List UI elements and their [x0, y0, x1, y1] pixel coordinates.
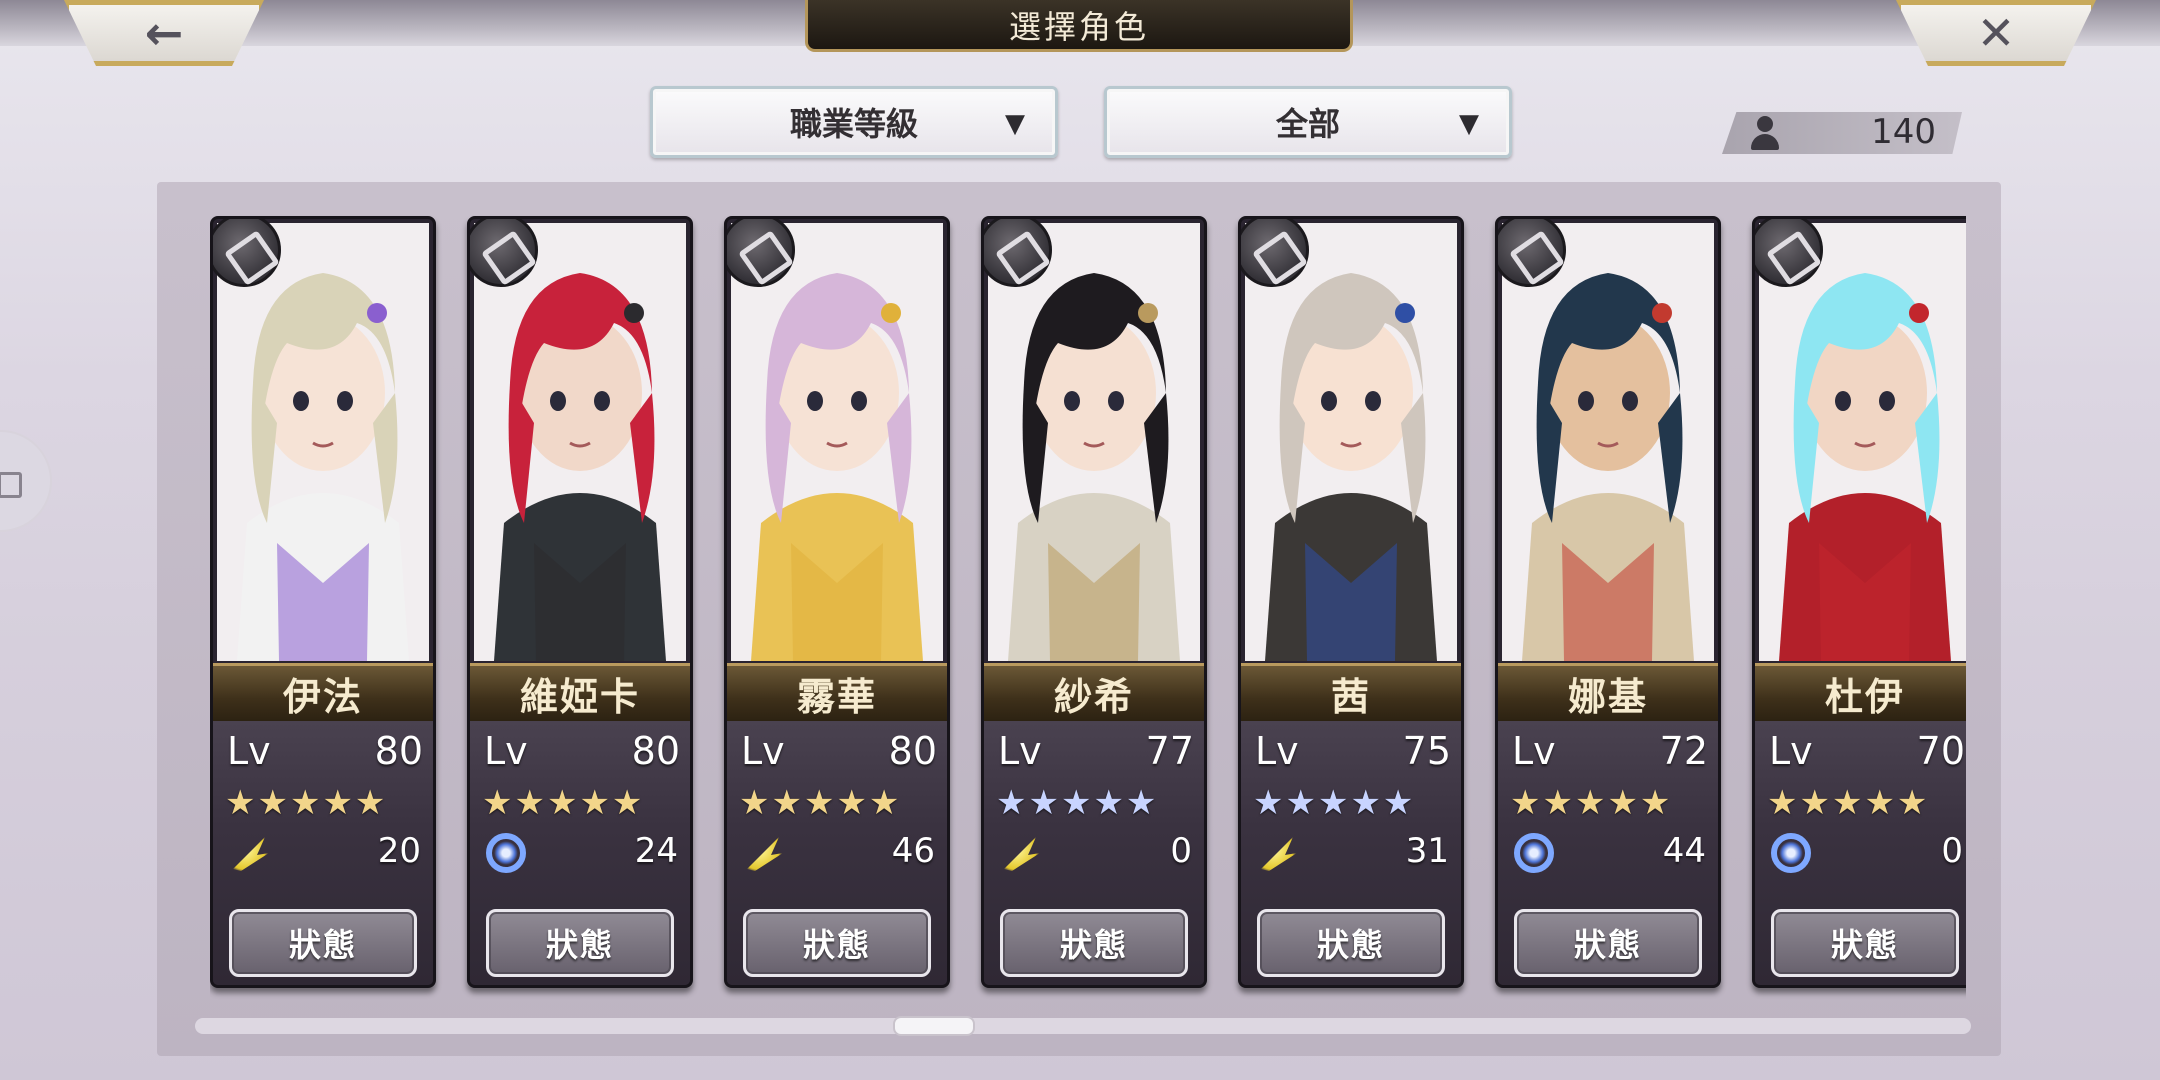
- level-value: 80: [631, 729, 680, 773]
- status-button[interactable]: 狀態: [1514, 909, 1702, 977]
- character-stats: Lv 70 ★★★★★ 0 狀態: [1755, 721, 1966, 985]
- level-row: Lv 80: [484, 729, 680, 773]
- level-value: 70: [1916, 729, 1965, 773]
- status-button[interactable]: 狀態: [229, 909, 417, 977]
- level-label: Lv: [1769, 729, 1813, 773]
- level-row: Lv 72: [1512, 729, 1708, 773]
- character-name: 維婭卡: [470, 663, 690, 721]
- character-portrait: [1759, 223, 1966, 661]
- level-row: Lv 70: [1769, 729, 1965, 773]
- chevron-down-icon: ▼: [1005, 109, 1025, 139]
- status-button[interactable]: 狀態: [743, 909, 931, 977]
- character-portrait: [988, 223, 1200, 661]
- roster-count: 140: [1722, 112, 1962, 154]
- level-value: 80: [374, 729, 423, 773]
- level-row: Lv 80: [741, 729, 937, 773]
- person-icon: [1748, 116, 1782, 150]
- sort-dropdown[interactable]: 職業等級 ▼: [650, 86, 1058, 158]
- rarity-stars: ★★★★★: [482, 783, 645, 823]
- status-button[interactable]: 狀態: [486, 909, 674, 977]
- character-name: 茜: [1241, 663, 1461, 721]
- back-button[interactable]: ←: [64, 0, 264, 66]
- character-name: 伊法: [213, 663, 433, 721]
- rarity-stars: ★★★★★: [225, 783, 388, 823]
- spiral-element-icon: [1514, 833, 1554, 873]
- level-label: Lv: [484, 729, 528, 773]
- character-stats: Lv 77 ★★★★★ 0 狀態: [984, 721, 1204, 985]
- rarity-stars: ★★★★★: [739, 783, 902, 823]
- status-button[interactable]: 狀態: [1000, 909, 1188, 977]
- sort-dropdown-value: 職業等級: [789, 105, 918, 143]
- element-points: 31: [1405, 831, 1449, 871]
- character-stats: Lv 72 ★★★★★ 44 狀態: [1498, 721, 1718, 985]
- level-label: Lv: [1512, 729, 1556, 773]
- wind-element-icon: [233, 837, 269, 871]
- character-name: 霧華: [727, 663, 947, 721]
- character-name: 杜伊: [1755, 663, 1966, 721]
- wind-element-icon: [1261, 837, 1297, 871]
- level-value: 75: [1402, 729, 1451, 773]
- arrow-left-icon: ←: [144, 6, 184, 60]
- character-card[interactable]: 伊法 Lv 80 ★★★★★ 20 狀態: [210, 216, 436, 988]
- character-card[interactable]: 維婭卡 Lv 80 ★★★★★ 24 狀態: [467, 216, 693, 988]
- character-portrait: [1502, 223, 1714, 661]
- spiral-element-icon: [1771, 833, 1811, 873]
- category-dropdown[interactable]: 全部 ▼: [1104, 86, 1512, 158]
- rarity-stars: ★★★★★: [1253, 783, 1416, 823]
- level-label: Lv: [741, 729, 785, 773]
- chevron-down-icon: ▼: [1459, 109, 1479, 139]
- rarity-stars: ★★★★★: [1767, 783, 1930, 823]
- character-card[interactable]: 紗希 Lv 77 ★★★★★ 0 狀態: [981, 216, 1207, 988]
- rarity-stars: ★★★★★: [996, 783, 1159, 823]
- page-title: 選擇角色: [805, 0, 1353, 52]
- element-points: 0: [1170, 831, 1192, 871]
- side-menu-tab[interactable]: [0, 430, 52, 532]
- carousel-scrollbar[interactable]: [195, 1018, 1971, 1034]
- character-portrait: [731, 223, 943, 661]
- character-card[interactable]: 娜基 Lv 72 ★★★★★ 44 狀態: [1495, 216, 1721, 988]
- carousel-scroll-thumb[interactable]: [893, 1016, 975, 1036]
- element-points: 44: [1662, 831, 1706, 871]
- level-row: Lv 77: [998, 729, 1194, 773]
- character-card[interactable]: 霧華 Lv 80 ★★★★★ 46 狀態: [724, 216, 950, 988]
- character-name: 紗希: [984, 663, 1204, 721]
- level-row: Lv 75: [1255, 729, 1451, 773]
- close-button[interactable]: ✕: [1896, 0, 2096, 66]
- character-stats: Lv 75 ★★★★★ 31 狀態: [1241, 721, 1461, 985]
- level-row: Lv 80: [227, 729, 423, 773]
- element-points: 24: [634, 831, 678, 871]
- level-label: Lv: [1255, 729, 1299, 773]
- roster-count-value: 140: [1871, 112, 1936, 152]
- status-button[interactable]: 狀態: [1771, 909, 1959, 977]
- character-portrait: [217, 223, 429, 661]
- character-stats: Lv 80 ★★★★★ 20 狀態: [213, 721, 433, 985]
- spiral-element-icon: [486, 833, 526, 873]
- status-button[interactable]: 狀態: [1257, 909, 1445, 977]
- level-value: 77: [1145, 729, 1194, 773]
- level-value: 80: [888, 729, 937, 773]
- category-dropdown-value: 全部: [1275, 105, 1340, 143]
- level-label: Lv: [998, 729, 1042, 773]
- character-stats: Lv 80 ★★★★★ 46 狀態: [727, 721, 947, 985]
- wind-element-icon: [1004, 837, 1040, 871]
- close-icon: ✕: [1976, 6, 2016, 60]
- character-name: 娜基: [1498, 663, 1718, 721]
- character-portrait: [474, 223, 686, 661]
- level-value: 72: [1659, 729, 1708, 773]
- character-portrait: [1245, 223, 1457, 661]
- level-label: Lv: [227, 729, 271, 773]
- element-points: 46: [891, 831, 935, 871]
- character-stats: Lv 80 ★★★★★ 24 狀態: [470, 721, 690, 985]
- rarity-stars: ★★★★★: [1510, 783, 1673, 823]
- character-card[interactable]: 杜伊 Lv 70 ★★★★★ 0 狀態: [1752, 216, 1966, 988]
- element-points: 0: [1941, 831, 1963, 871]
- character-carousel[interactable]: 伊法 Lv 80 ★★★★★ 20 狀態 維婭卡 Lv 80 ★★★★★ 24 …: [210, 206, 1966, 1006]
- character-card[interactable]: 茜 Lv 75 ★★★★★ 31 狀態: [1238, 216, 1464, 988]
- wind-element-icon: [747, 837, 783, 871]
- element-points: 20: [377, 831, 421, 871]
